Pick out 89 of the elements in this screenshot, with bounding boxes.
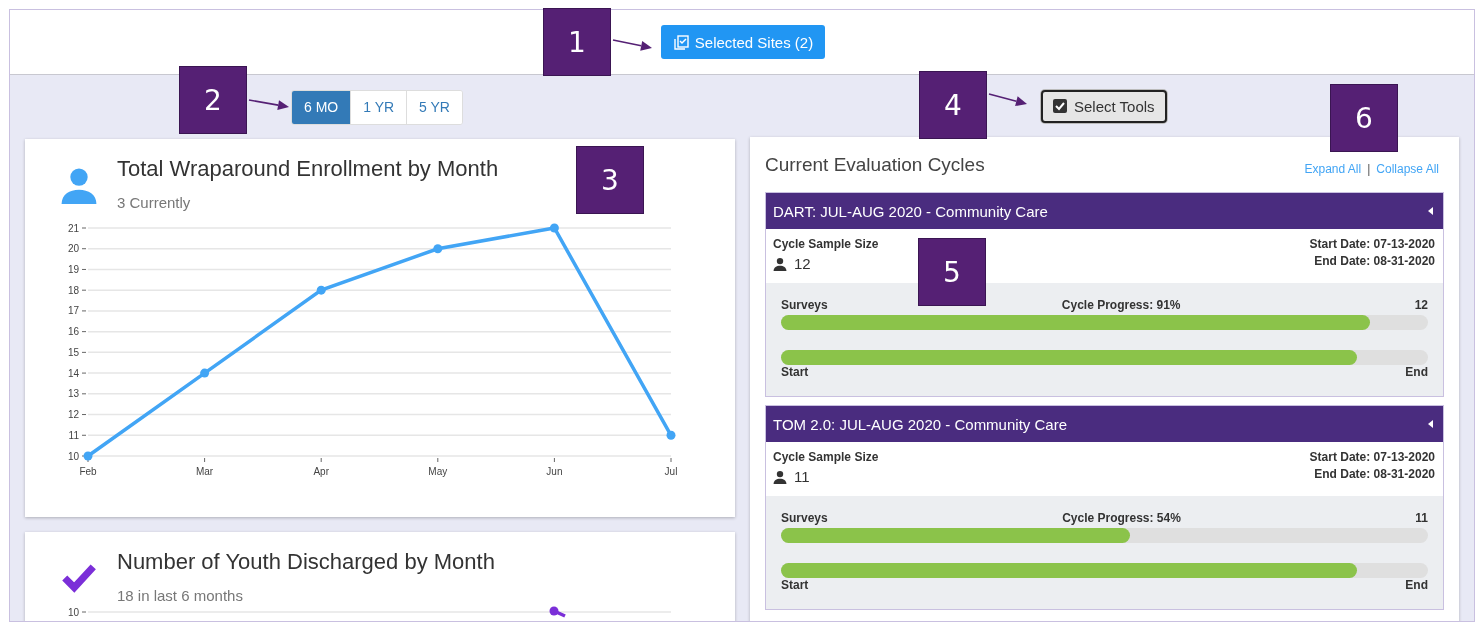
start-date: Start Date: 07-13-2020 — [1309, 237, 1435, 251]
range-tab[interactable]: 6 MO — [292, 90, 351, 124]
callout-number: 1 — [543, 8, 611, 76]
expand-all-link[interactable]: Expand All — [1304, 161, 1362, 176]
y-axis-label: 14 — [67, 367, 79, 379]
collapse-all-link[interactable]: Collapse All — [1376, 161, 1439, 176]
sample-size: 11 — [794, 468, 810, 485]
y-tick — [81, 248, 87, 250]
y-axis-label: 16 — [67, 326, 79, 338]
cycle-header[interactable]: TOM 2.0: JUL-AUG 2020 - Community Care — [766, 406, 1443, 442]
data-point — [549, 223, 559, 233]
y-axis-label: 17 — [67, 305, 79, 317]
end-label: End — [1405, 578, 1428, 594]
callout-number: 5 — [918, 238, 986, 306]
sample-size: 12 — [794, 255, 811, 272]
start-label: Start — [781, 365, 809, 381]
surveys-label: Surveys — [781, 298, 828, 314]
y-axis-label: 12 — [67, 409, 79, 421]
data-point — [666, 430, 676, 440]
callout-number: 6 — [1330, 84, 1398, 152]
data-line — [549, 606, 566, 618]
person-icon — [773, 256, 787, 271]
y-tick — [81, 227, 87, 229]
arrow — [988, 93, 1027, 107]
y-axis-label: 11 — [68, 429, 79, 441]
y-axis-label: 20 — [67, 243, 79, 255]
x-axis-label: Apr — [313, 466, 329, 477]
x-axis-label: Mar — [196, 466, 214, 477]
callout-number: 4 — [919, 71, 987, 139]
y-tick — [81, 289, 87, 291]
cycle-title: TOM 2.0: JUL-AUG 2020 - Community Care — [773, 415, 1067, 433]
end-date: End Date: 08-31-2020 — [1314, 467, 1435, 481]
callout-number: 3 — [576, 146, 644, 214]
y-axis-label: 10 — [67, 606, 79, 618]
y-tick — [81, 434, 87, 436]
data-point — [83, 451, 93, 461]
end-date: End Date: 08-31-2020 — [1314, 254, 1435, 268]
x-axis-label: May — [428, 466, 448, 477]
cycle-progress-label: Cycle Progress: 54% — [1062, 511, 1181, 527]
y-tick — [81, 611, 87, 613]
y-tick — [81, 414, 87, 416]
surveys-label: Surveys — [781, 511, 828, 527]
y-tick — [81, 455, 87, 457]
y-axis-label: 18 — [67, 284, 79, 296]
data-point — [433, 244, 443, 254]
data-point — [316, 285, 326, 295]
y-tick — [81, 372, 87, 374]
y-axis-label: 21 — [67, 222, 79, 234]
end-label: End — [1405, 365, 1428, 381]
y-tick — [81, 310, 87, 312]
x-axis-label: Jul — [664, 466, 678, 477]
chart-title: Number of Youth Discharged by Month — [117, 549, 495, 575]
chart-title: Total Wraparound Enrollment by Month — [117, 156, 499, 182]
y-axis-label: 10 — [67, 450, 79, 462]
y-axis-label: 15 — [67, 346, 79, 358]
chart-subtitle: 3 Currently — [117, 194, 192, 211]
y-tick — [81, 393, 87, 395]
range-tab[interactable]: 5 YR — [406, 90, 462, 124]
y-tick — [81, 331, 87, 333]
start-label: Start — [781, 578, 809, 594]
chart-subtitle: 18 in last 6 months — [117, 587, 244, 604]
y-tick — [81, 351, 87, 353]
arrow — [248, 99, 289, 111]
y-axis-label: 19 — [67, 263, 79, 275]
selected-sites-button[interactable]: Selected Sites (2) — [660, 25, 826, 59]
person-icon — [773, 469, 787, 484]
checklist-icon — [672, 34, 689, 50]
caret-icon — [1428, 420, 1433, 428]
select-tools-button[interactable]: Select Tools — [1041, 89, 1167, 123]
y-tick — [81, 268, 87, 270]
separator: | — [1367, 161, 1371, 176]
survey-count: 12 — [1414, 298, 1428, 314]
panel-title: Current Evaluation Cycles — [765, 153, 985, 176]
arrow — [612, 39, 652, 51]
caret-icon — [1428, 207, 1433, 215]
cycle-title: DART: JUL-AUG 2020 - Community Care — [773, 202, 1048, 220]
x-axis-label: Feb — [79, 466, 97, 477]
y-axis-label: 13 — [67, 388, 79, 400]
sample-size-label: Cycle Sample Size — [773, 237, 879, 251]
survey-count: 11 — [1415, 511, 1428, 527]
checkbox-icon — [1053, 99, 1067, 113]
x-axis-label: Jun — [546, 466, 563, 477]
start-date: Start Date: 07-13-2020 — [1309, 450, 1435, 464]
cycle-progress-label: Cycle Progress: 91% — [1061, 298, 1181, 314]
data-point — [200, 368, 210, 378]
cycle-header[interactable]: DART: JUL-AUG 2020 - Community Care — [766, 193, 1443, 229]
callout-number: 2 — [179, 66, 247, 134]
person-icon — [60, 166, 98, 204]
sample-size-label: Cycle Sample Size — [773, 450, 879, 464]
